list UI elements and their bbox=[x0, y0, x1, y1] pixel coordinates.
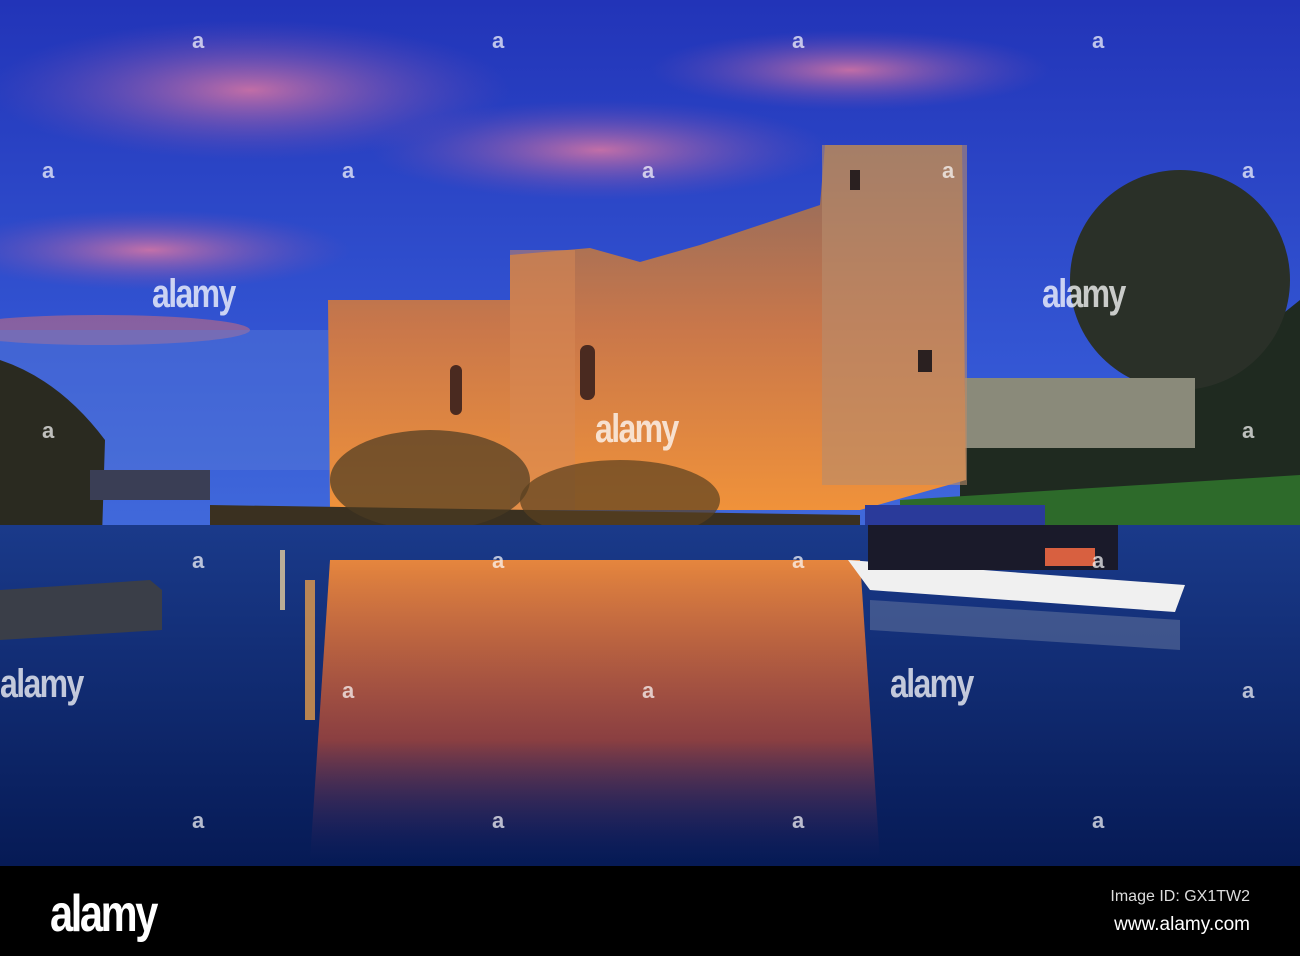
watermark-small: a bbox=[1242, 158, 1255, 183]
watermark-small: a bbox=[642, 158, 655, 183]
stock-photo: alamy alamy alamy alamy alamy a a a a a … bbox=[0, 0, 1300, 956]
watermark-small: a bbox=[942, 158, 955, 183]
watermark-small: a bbox=[342, 678, 355, 703]
watermark-small: a bbox=[792, 28, 805, 53]
watermark-small: a bbox=[1242, 678, 1255, 703]
watermark-small: a bbox=[1242, 418, 1255, 443]
watermark-small: a bbox=[642, 678, 655, 703]
watermark-small: a bbox=[492, 548, 505, 573]
watermark: alamy bbox=[595, 407, 679, 451]
watermark-small: a bbox=[42, 158, 55, 183]
watermark-small: a bbox=[1092, 28, 1105, 53]
alamy-logo: alamy bbox=[50, 885, 158, 943]
watermark: alamy bbox=[1042, 272, 1126, 316]
watermark-small: a bbox=[192, 808, 205, 833]
watermark-small: a bbox=[192, 548, 205, 573]
watermark-small: a bbox=[792, 548, 805, 573]
watermark-small: a bbox=[492, 808, 505, 833]
watermark-small: a bbox=[342, 158, 355, 183]
watermark-small: a bbox=[192, 28, 205, 53]
watermark: alamy bbox=[152, 272, 236, 316]
watermark-small: a bbox=[492, 28, 505, 53]
watermark-small: a bbox=[792, 808, 805, 833]
watermark: alamy bbox=[890, 662, 974, 706]
watermark: alamy bbox=[0, 662, 84, 706]
footer-bar: alamy Image ID: GX1TW2 www.alamy.com bbox=[0, 866, 1300, 956]
watermark-small: a bbox=[1092, 548, 1105, 573]
website-link[interactable]: www.alamy.com bbox=[1114, 914, 1250, 936]
watermark-small: a bbox=[1092, 808, 1105, 833]
image-id: Image ID: GX1TW2 bbox=[1110, 888, 1250, 905]
watermark-small: a bbox=[42, 418, 55, 443]
